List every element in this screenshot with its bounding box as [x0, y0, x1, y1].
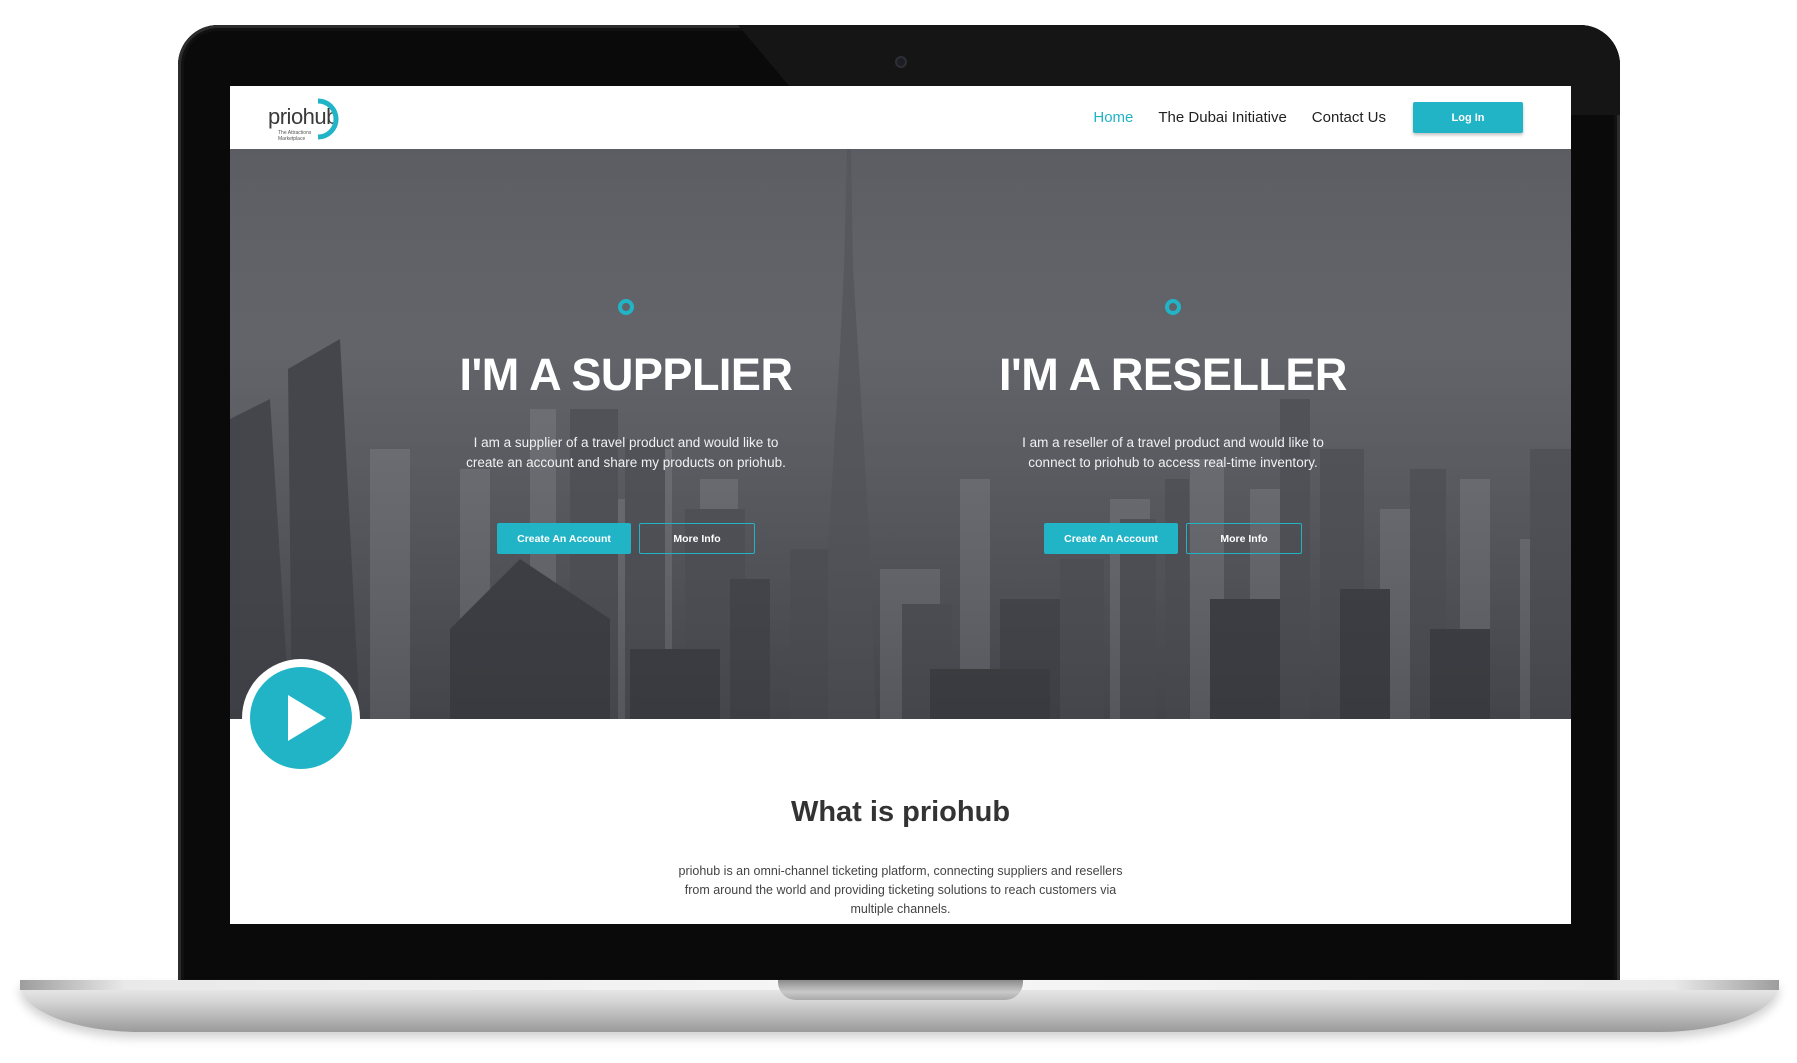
city-skyline-image: [230, 149, 1571, 719]
supplier-panel: I'M A SUPPLIER I am a supplier of a trav…: [436, 299, 816, 554]
nav-dubai-initiative[interactable]: The Dubai Initiative: [1158, 109, 1286, 126]
about-title: What is priohub: [790, 796, 1011, 828]
main-nav: Home The Dubai Initiative Contact Us Log…: [1093, 86, 1523, 149]
supplier-more-info-button[interactable]: More Info: [639, 523, 755, 554]
reseller-create-account-button[interactable]: Create An Account: [1044, 523, 1178, 554]
video-play-button[interactable]: [242, 659, 360, 777]
play-icon: [288, 695, 326, 741]
nav-home[interactable]: Home: [1093, 109, 1133, 126]
supplier-create-account-button[interactable]: Create An Account: [497, 523, 631, 554]
webcam-icon: [895, 56, 907, 68]
play-button-circle: [250, 667, 352, 769]
laptop-notch: [778, 980, 1023, 1000]
hero-section: I'M A SUPPLIER I am a supplier of a trav…: [230, 149, 1571, 719]
priohub-logo[interactable]: priohub The Attractions Marketplace: [268, 94, 346, 144]
supplier-description: I am a supplier of a travel product and …: [466, 435, 786, 470]
reseller-title: I'M A RESELLER: [999, 349, 1347, 400]
reseller-more-info-button[interactable]: More Info: [1186, 523, 1302, 554]
supplier-title: I'M A SUPPLIER: [459, 349, 793, 400]
reseller-actions: Create An Account More Info: [983, 523, 1363, 554]
supplier-actions: Create An Account More Info: [436, 523, 816, 554]
ring-icon: [1165, 299, 1181, 315]
logo-tagline: The Attractions Marketplace: [278, 130, 312, 142]
reseller-panel: I'M A RESELLER I am a reseller of a trav…: [983, 299, 1363, 554]
ring-icon: [618, 299, 634, 315]
site-header: priohub The Attractions Marketplace Home…: [230, 86, 1571, 149]
about-text: priohub is an omni-channel ticketing pla…: [678, 864, 1123, 916]
login-button[interactable]: Log In: [1413, 102, 1523, 133]
reseller-description: I am a reseller of a travel product and …: [1022, 435, 1324, 470]
laptop-screen: priohub The Attractions Marketplace Home…: [230, 86, 1571, 924]
nav-contact-us[interactable]: Contact Us: [1312, 109, 1386, 126]
